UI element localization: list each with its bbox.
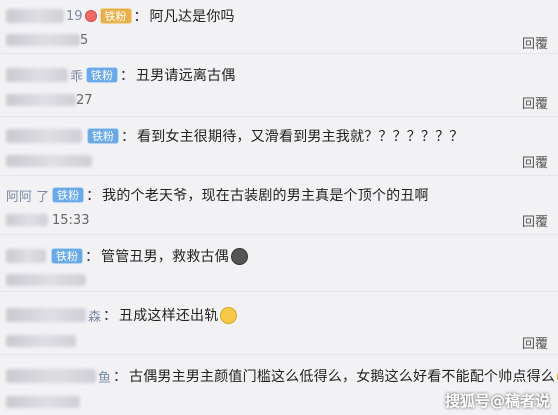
fan-badge[interactable]: 铁粉 [52,187,85,203]
comment-header: 19 铁粉 ： 阿凡达是你吗 [6,6,235,26]
comment-time [6,272,86,288]
time-suffix: 5 [80,32,89,48]
source-watermark: 搜狐号@稿者说 [444,392,550,410]
username-prefix[interactable]: 阿阿 了 [6,186,49,205]
colon-separator: ： [103,308,118,324]
blurred-username [6,129,82,143]
reply-button[interactable]: 回覆 [522,152,548,171]
comment-text: 丑男请远离古偶 [136,68,236,84]
username-suffix[interactable]: 森 [88,306,101,325]
comment-header: 铁粉 ： 看到女主很期待，又滑看到男主我就？？？？？？？ [6,126,464,146]
blurred-username [6,369,96,383]
comment-header: 森 ： 丑成这样还出轨 [6,305,238,325]
comment-text: 看到女主很期待，又滑看到男主我就？？？？？？？ [137,129,464,145]
blurred-username [6,249,46,263]
comment-item: 乖 铁粉 ： 丑男请远离古偶 27 回覆 [0,55,558,117]
reply-button[interactable]: 回覆 [522,211,548,230]
colon-separator: ： [120,68,135,84]
blurred-time [6,94,76,106]
blurred-username [6,68,68,82]
reply-button[interactable]: 回覆 [522,333,548,352]
comment-time [6,153,92,169]
comment-header: 鱼 ： 古偶男主男主颜值门槛这么低得么，女鹅这么好看不能配个帅点得么 [6,366,558,386]
comment-text: 古偶男主男主颜值门槛这么低得么，女鹅这么好看不能配个帅点得么 [129,369,556,385]
blurred-time [6,274,86,286]
fan-badge[interactable]: 铁粉 [51,248,83,264]
comment-item: 铁粉 ： 看到女主很期待，又滑看到男主我就？？？？？？？ 回覆 [0,118,558,176]
comment-time: 15:33 [6,212,89,228]
blurred-username [6,308,86,322]
comment-item: 19 铁粉 ： 阿凡达是你吗 5 回覆 [0,0,558,54]
blurred-time [6,335,76,347]
username-suffix[interactable]: 鱼 [98,367,111,386]
comment-time [6,333,76,349]
comment-item: 森 ： 丑成这样还出轨 回覆 [0,293,558,355]
shrug-face-icon [220,306,238,324]
time-suffix: 27 [76,92,93,108]
crying-face-icon [230,247,248,265]
comment-text: 丑成这样还出轨 [119,308,219,324]
reply-button[interactable]: 回覆 [522,93,548,112]
colon-separator: ： [121,129,135,145]
comment-text: 管管丑男，救救古偶 [101,249,229,265]
username-suffix[interactable]: 乖 [70,66,83,85]
blurred-time [6,214,48,226]
blurred-time [6,155,92,167]
fan-badge[interactable]: 铁粉 [99,8,132,24]
colon-separator: ： [85,249,99,265]
fan-badge[interactable]: 铁粉 [86,67,119,83]
fan-badge[interactable]: 铁粉 [87,128,119,144]
comment-header: 乖 铁粉 ： 丑男请远离古偶 [6,65,235,85]
comment-item: 阿阿 了 铁粉 ： 我的个老天爷，现在古装剧的男主真是个顶个的丑啊 15:33 … [0,177,558,235]
comment-time: 27 [6,92,93,108]
blurred-username [6,9,64,23]
comment-header: 阿阿 了 铁粉 ： 我的个老天爷，现在古装剧的男主真是个顶个的丑啊 [6,185,429,205]
blurred-time [6,396,80,408]
colon-separator: ： [133,9,148,25]
colon-separator: ： [113,369,128,385]
comment-text: 阿凡达是你吗 [149,9,235,25]
comment-text: 我的个老天爷，现在古装剧的男主真是个顶个的丑啊 [102,188,429,204]
reply-button[interactable]: 回覆 [522,33,548,52]
time-suffix: 15:33 [52,212,90,228]
comment-time: 5 [6,32,88,48]
comment-time [6,394,80,410]
comment-header: 铁粉 ： 管管丑男，救救古偶 [6,246,248,266]
heart-icon [84,10,97,22]
username-suffix[interactable]: 19 [66,9,83,24]
comment-item: 铁粉 ： 管管丑男，救救古偶 [0,236,558,292]
colon-separator: ： [86,188,101,204]
blurred-time [6,34,80,46]
